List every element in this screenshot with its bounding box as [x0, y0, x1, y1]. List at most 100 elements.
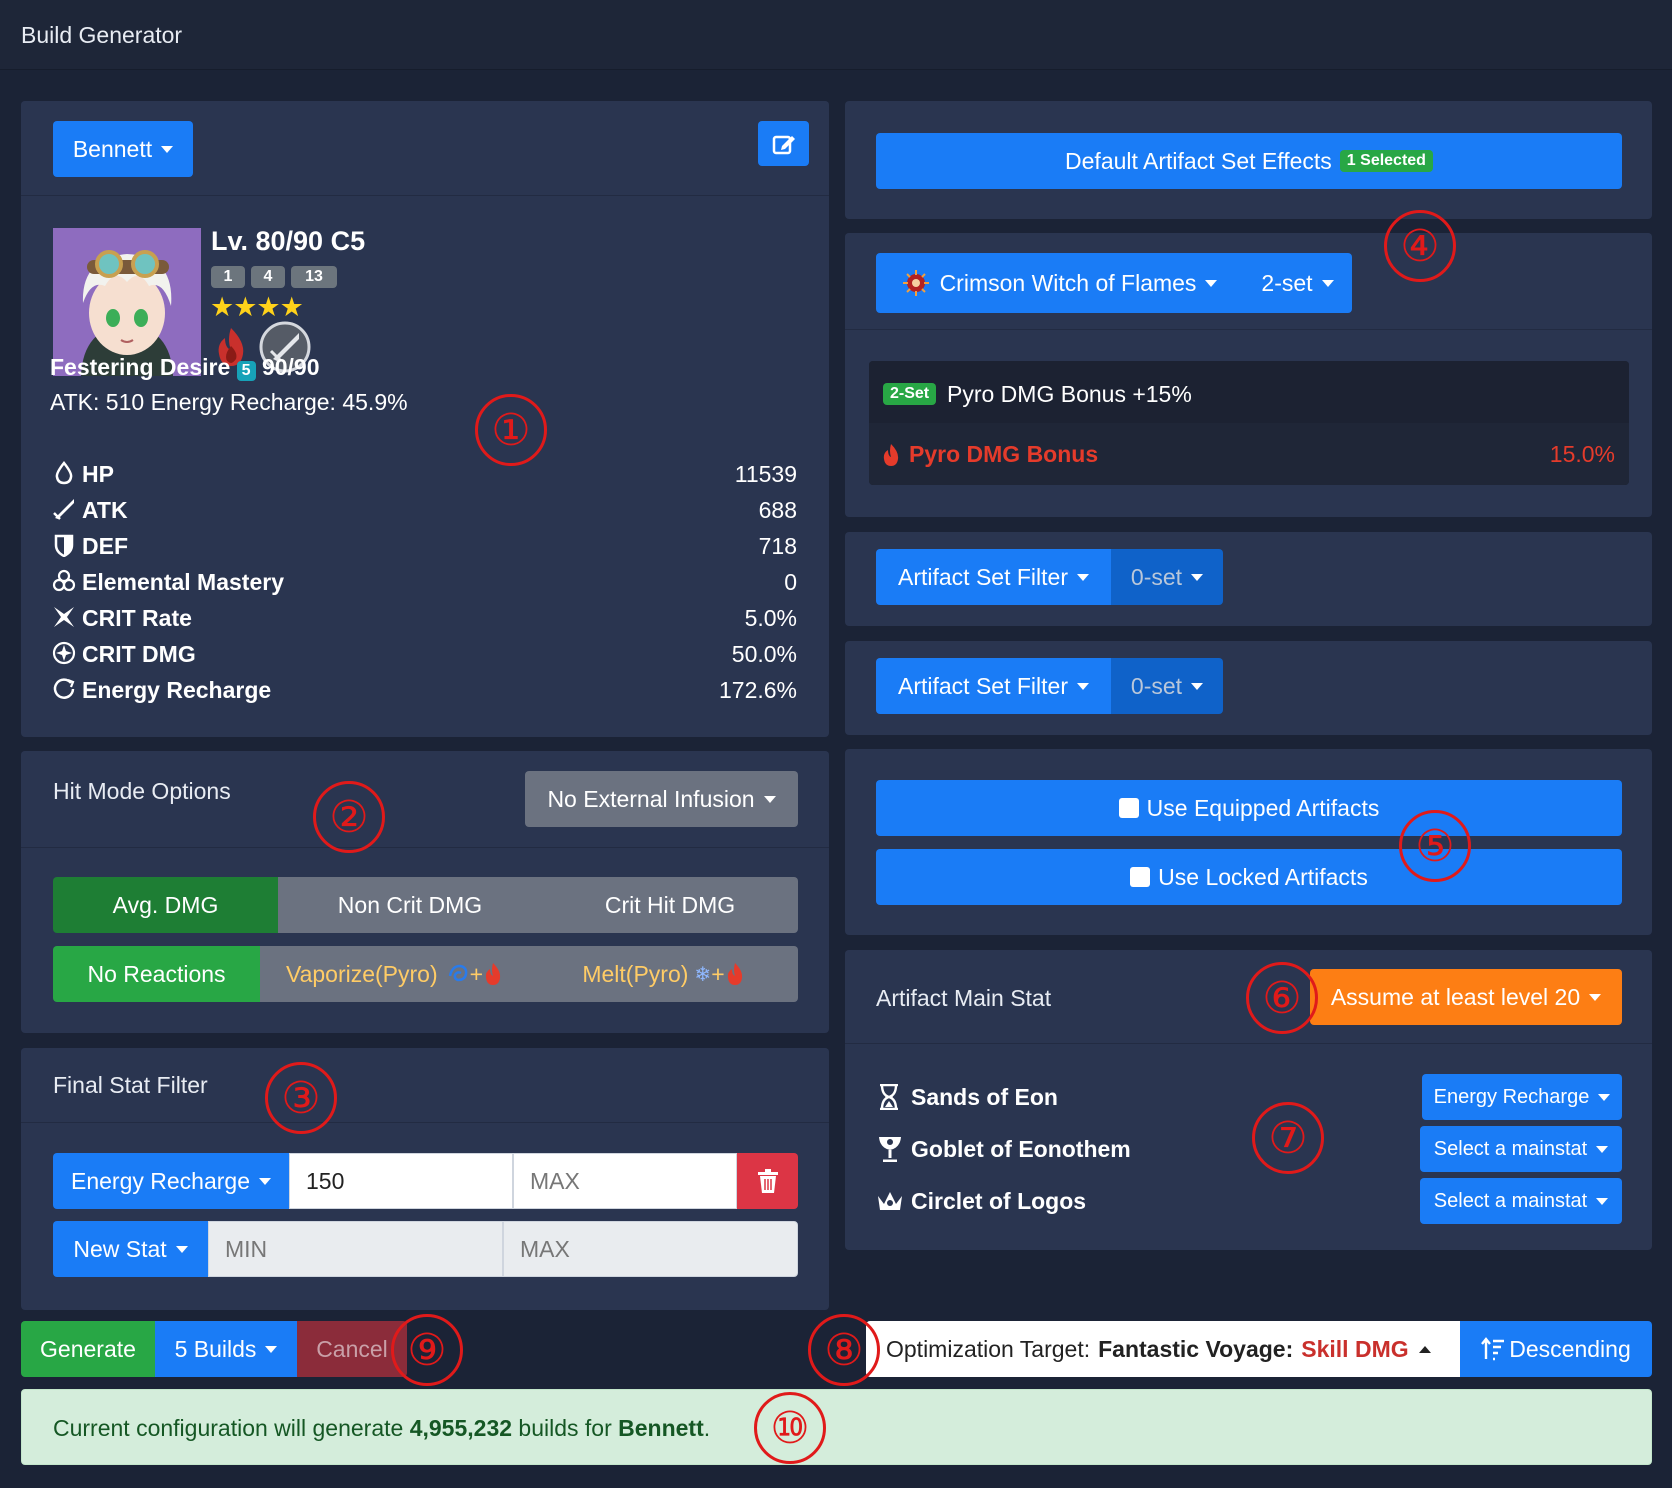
annotation-5: ⑤ — [1399, 810, 1471, 882]
artifact-options-card: Use Equipped Artifacts Use Locked Artifa… — [845, 749, 1652, 935]
crimson-witch-icon — [902, 270, 929, 296]
stat-row: ATK 688 — [52, 493, 797, 527]
stat-row: Energy Recharge 172.6% — [52, 673, 797, 707]
infusion-dropdown[interactable]: No External Infusion — [525, 771, 798, 827]
circlet-icon — [878, 1192, 902, 1210]
weapon-stats: ATK: 510 Energy Recharge: 45.9% — [50, 389, 408, 415]
set-filter-card-2: Artifact Set Filter 0-set — [845, 641, 1652, 735]
build-count: 4,955,232 — [409, 1415, 513, 1441]
set-piece-badge: 2-Set — [883, 383, 937, 405]
new-stat-dropdown[interactable]: New Stat — [53, 1221, 208, 1277]
set-filter-card-1: Artifact Set Filter 0-set — [845, 532, 1652, 626]
artifact-set-dropdown[interactable]: Crimson Witch of Flames — [876, 253, 1243, 313]
stat-row: CRIT DMG 50.0% — [52, 637, 797, 671]
talent-badge: 13 — [291, 266, 337, 288]
sort-order-button[interactable]: Descending — [1460, 1321, 1652, 1377]
talent-badge: 1 — [211, 266, 245, 288]
character-card: Bennett Lv. 80/90 C5 1 4 13 ★★★★ Festeri… — [21, 101, 829, 737]
sands-icon — [880, 1084, 898, 1110]
goblet-mainstat-dropdown[interactable]: Select a mainstat — [1420, 1126, 1622, 1172]
annotation-1: ① — [475, 394, 547, 466]
use-equipped-toggle[interactable]: Use Equipped Artifacts — [876, 780, 1622, 836]
final-stat-filter-title: Final Stat Filter — [53, 1072, 208, 1098]
top-bar: Build Generator — [0, 0, 1672, 70]
stat-filter-dropdown[interactable]: Energy Recharge — [53, 1153, 289, 1209]
annotation-8: ⑧ — [808, 1314, 880, 1386]
bonus-stat-name: Pyro DMG Bonus — [909, 441, 1099, 467]
set-effect-text: Pyro DMG Bonus +15% — [947, 381, 1192, 407]
app-title: Build Generator — [21, 22, 183, 48]
vaporize-button[interactable]: Vaporize(Pyro) + — [260, 946, 529, 1002]
builds-count-dropdown[interactable]: 5 Builds — [155, 1321, 297, 1377]
energy-recharge-icon — [53, 678, 75, 699]
talent-badge: 4 — [251, 266, 285, 288]
use-locked-toggle[interactable]: Use Locked Artifacts — [876, 849, 1622, 905]
annotation-9: ⑨ — [391, 1314, 463, 1386]
checkbox[interactable] — [1118, 798, 1139, 818]
goblet-icon — [879, 1137, 901, 1162]
default-set-effects-button[interactable]: Default Artifact Set Effects 1 Selected — [876, 133, 1622, 189]
caret-up-icon — [1418, 1345, 1431, 1353]
set-filter-count-dropdown[interactable]: 0-set — [1111, 549, 1223, 605]
default-set-effects-card: Default Artifact Set Effects 1 Selected — [845, 101, 1652, 219]
crit-hit-dmg-button[interactable]: Crit Hit DMG — [542, 877, 798, 933]
character-level: Lv. 80/90 C5 — [211, 226, 366, 256]
annotation-2: ② — [313, 781, 385, 853]
artifact-set-filter-dropdown[interactable]: Artifact Set Filter — [876, 658, 1111, 714]
main-stat-slot: Goblet of Eonothem Select a mainstat — [876, 1126, 1622, 1172]
def-icon — [54, 534, 74, 557]
circlet-mainstat-dropdown[interactable]: Select a mainstat — [1420, 1178, 1622, 1224]
crit-dmg-icon — [52, 641, 76, 665]
crit-rate-icon — [54, 607, 74, 627]
new-stat-max-input[interactable] — [503, 1221, 798, 1277]
main-stat-slot: Sands of Eon Energy Recharge — [876, 1074, 1622, 1120]
sort-descending-icon — [1481, 1337, 1505, 1361]
selected-count-badge: 1 Selected — [1339, 150, 1433, 172]
new-stat-min-input[interactable] — [208, 1221, 503, 1277]
rarity-stars: ★★★★ — [210, 292, 304, 323]
hp-icon — [55, 461, 73, 485]
cryo-icon: ❄ — [694, 962, 712, 986]
sands-mainstat-dropdown[interactable]: Energy Recharge — [1422, 1074, 1622, 1120]
summary-alert: Current configuration will generate 4,95… — [21, 1389, 1652, 1465]
delete-filter-button[interactable] — [737, 1153, 798, 1209]
stat-filter-min-input[interactable] — [289, 1153, 513, 1209]
hit-mode-title: Hit Mode Options — [53, 778, 231, 804]
non-crit-dmg-button[interactable]: Non Crit DMG — [278, 877, 542, 933]
edit-character-button[interactable] — [758, 121, 809, 166]
character-selector[interactable]: Bennett — [53, 121, 193, 177]
annotation-10: ⑩ — [754, 1392, 826, 1464]
main-stat-slot: Circlet of Logos Select a mainstat — [876, 1178, 1622, 1224]
avg-dmg-button[interactable]: Avg. DMG — [53, 877, 278, 933]
weapon-name: Festering Desire — [50, 354, 231, 380]
talent-levels: 1 4 13 — [211, 266, 337, 288]
artifact-set-filter-dropdown[interactable]: Artifact Set Filter — [876, 549, 1111, 605]
stat-filter-max-input[interactable] — [513, 1153, 737, 1209]
optimization-target-dropdown[interactable]: Optimization Target: Fantastic Voyage: S… — [866, 1321, 1460, 1377]
elemental-mastery-icon — [52, 569, 76, 592]
generate-button[interactable]: Generate — [21, 1321, 155, 1377]
annotation-7: ⑦ — [1252, 1102, 1324, 1174]
weapon-refine-badge: 5 — [236, 361, 256, 381]
set-filter-count-dropdown[interactable]: 0-set — [1111, 658, 1223, 714]
artifact-set-card: Crimson Witch of Flames 2-set 2-Set Pyro… — [845, 233, 1652, 517]
melt-button[interactable]: Melt(Pyro) ❄ + — [529, 946, 798, 1002]
weapon-level: 90/90 — [261, 354, 320, 380]
weapon-info: Festering Desire 5 90/90 — [50, 354, 320, 381]
stat-row: Elemental Mastery 0 — [52, 565, 797, 599]
character-name: Bennett — [618, 1415, 704, 1441]
set-count-dropdown[interactable]: 2-set — [1243, 253, 1352, 313]
no-reactions-button[interactable]: No Reactions — [53, 946, 260, 1002]
assume-level-dropdown[interactable]: Assume at least level 20 — [1310, 969, 1622, 1025]
reaction-group: No Reactions Vaporize(Pyro) + Melt(Pyro)… — [53, 946, 798, 1002]
checkbox[interactable] — [1130, 867, 1151, 887]
atk-icon — [53, 499, 74, 520]
annotation-3: ③ — [265, 1062, 337, 1134]
stat-row: CRIT Rate 5.0% — [52, 601, 797, 635]
pyro-icon — [727, 963, 742, 985]
stat-row: DEF 718 — [52, 529, 797, 563]
edit-icon — [772, 135, 795, 154]
dmg-mode-group: Avg. DMG Non Crit DMG Crit Hit DMG — [53, 877, 798, 933]
annotation-6: ⑥ — [1246, 962, 1318, 1034]
set-effect-panel: 2-Set Pyro DMG Bonus +15% Pyro DMG Bonus… — [869, 361, 1629, 485]
